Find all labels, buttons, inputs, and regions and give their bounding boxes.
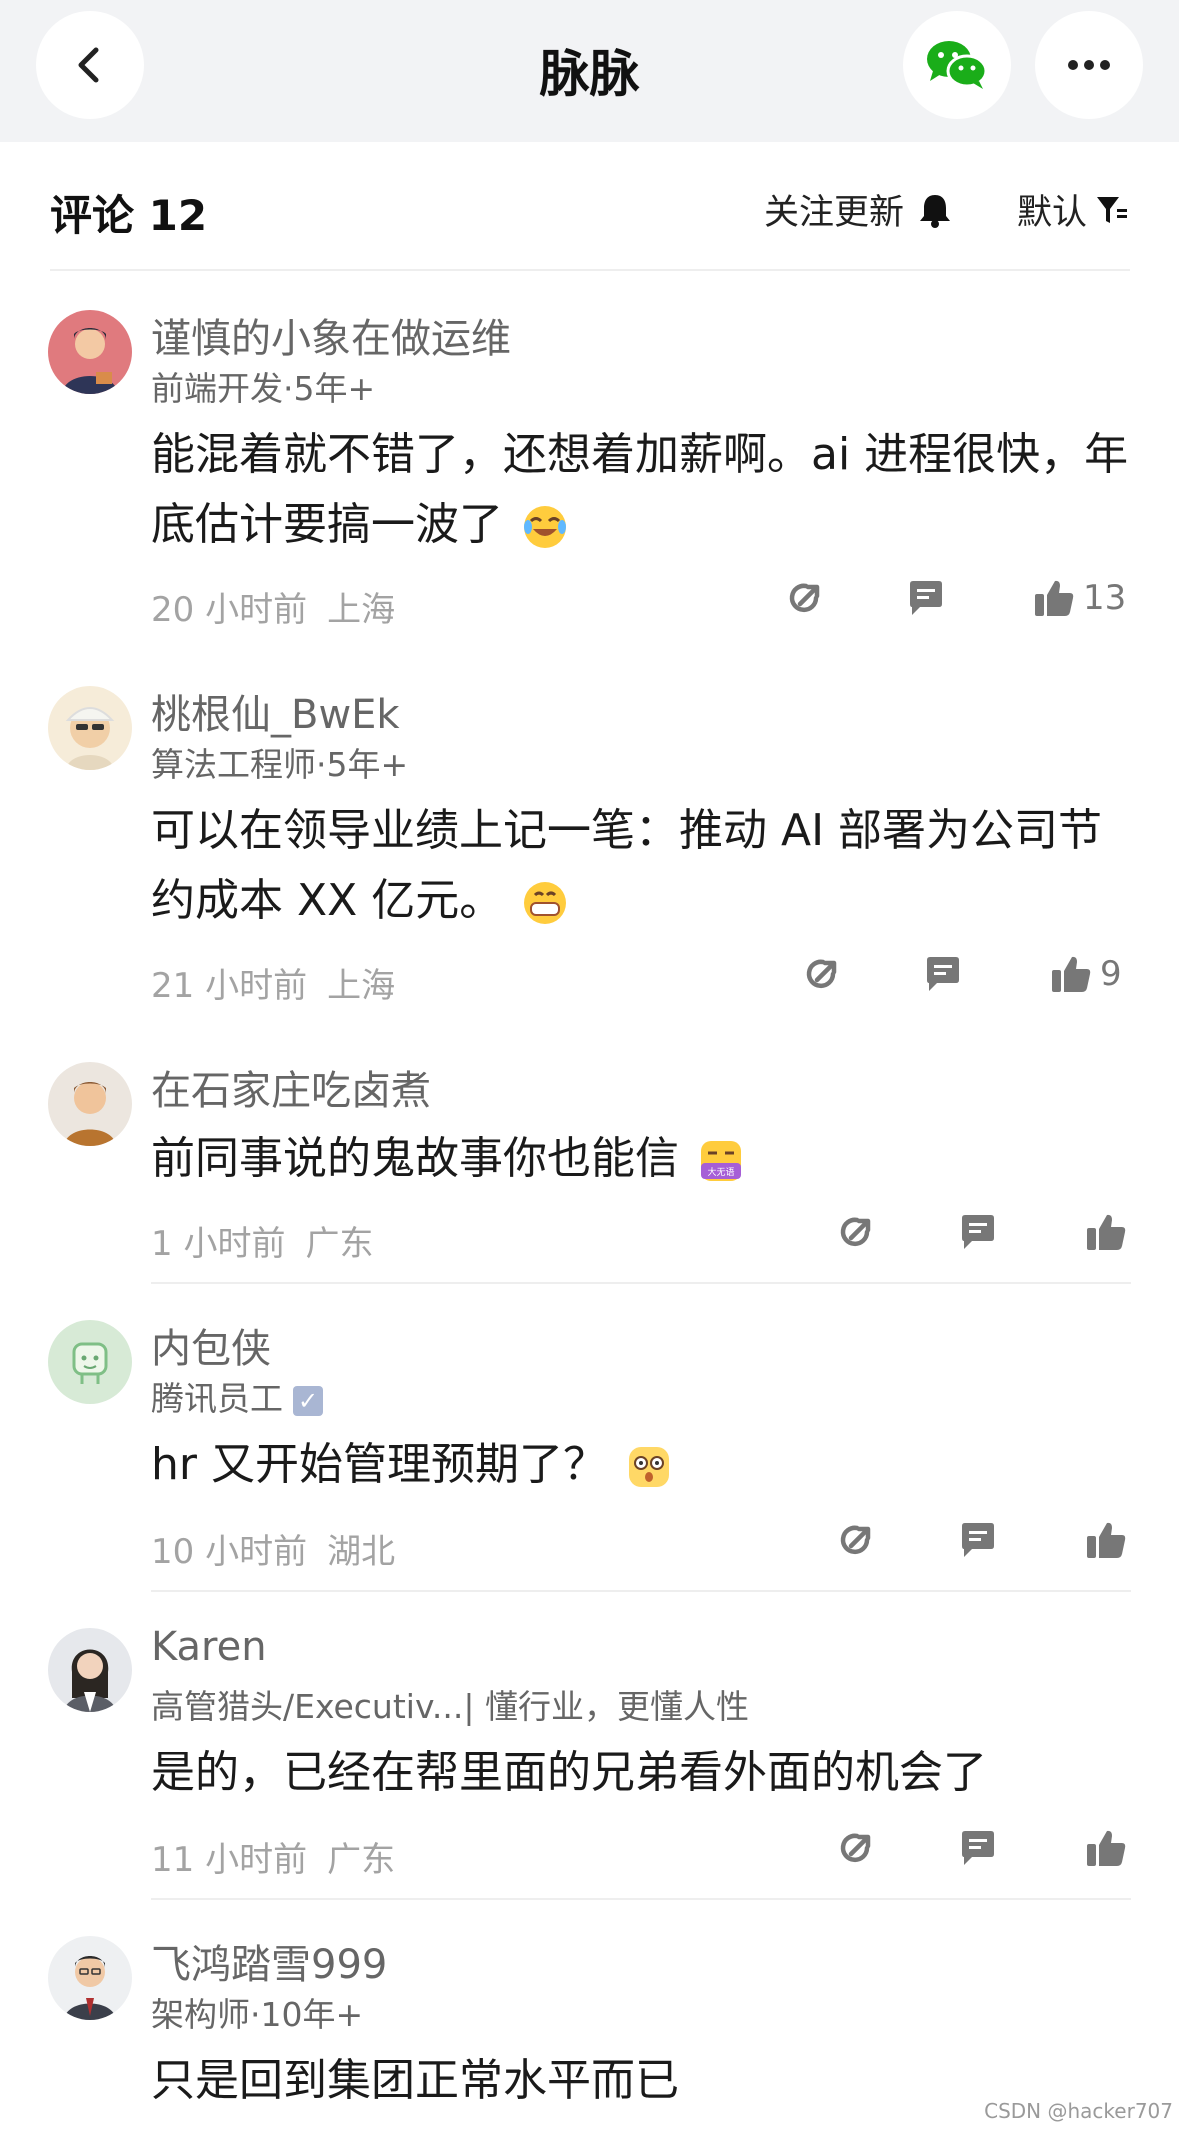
comment-author-subtitle: 算法工程师·5年+	[151, 745, 409, 784]
comment-time: 11 小时前	[151, 1840, 308, 1880]
avatar[interactable]	[48, 1320, 132, 1404]
comments-header: 评论 12 关注更新 默认	[0, 142, 1179, 270]
comment-location: 上海	[327, 590, 396, 630]
comment-time: 1 小时前	[151, 1224, 286, 1264]
comment-count: 评论 12	[50, 191, 208, 240]
share-button[interactable]	[837, 1828, 877, 1868]
comment-icon	[962, 1215, 994, 1249]
comment-body: 前同事说的鬼故事你也能信	[151, 1133, 679, 1184]
reply-button[interactable]	[958, 1828, 998, 1868]
comment-author-subtitle: 高管猎头/Executiv...| 懂行业，更懂人性	[151, 1687, 749, 1726]
company-label: 腾讯员工	[151, 1379, 283, 1418]
share-icon	[806, 959, 837, 989]
emoji-badge-text: 大无语	[707, 1166, 734, 1178]
like-button[interactable]: 9	[1050, 954, 1122, 994]
sort-label: 默认	[1017, 193, 1088, 233]
comment-divider	[151, 1898, 1131, 1900]
reply-button[interactable]	[923, 954, 963, 994]
avatar[interactable]	[48, 1936, 132, 2020]
reply-button[interactable]	[958, 1520, 998, 1560]
avatar[interactable]	[48, 1628, 132, 1712]
comment-time: 20 小时前	[151, 590, 308, 630]
share-button[interactable]	[803, 954, 843, 994]
comment-time: 21 小时前	[151, 966, 308, 1006]
watermark: CSDN @hacker707	[984, 2099, 1173, 2123]
comment-icon	[927, 957, 959, 991]
comment-divider	[151, 1282, 1131, 1284]
header-divider	[50, 269, 1130, 271]
comment-location: 湖北	[327, 1532, 396, 1572]
share-icon	[840, 1833, 871, 1863]
comment-meta: 21 小时前 上海	[151, 958, 415, 1007]
bell-icon	[920, 194, 951, 228]
comment-body: hr 又开始管理预期了？	[151, 1439, 607, 1490]
shocked-emoji-icon	[628, 1447, 669, 1487]
share-button[interactable]	[837, 1520, 877, 1560]
top-bar: 脉脉	[0, 0, 1179, 142]
comment-location: 上海	[327, 966, 396, 1006]
share-icon	[840, 1525, 871, 1555]
comment-author[interactable]: 内包侠	[151, 1316, 271, 1374]
comment-text: 能混着就不错了，还想着加薪啊。ai 进程很快，年底估计要搞一波了	[151, 420, 1131, 560]
comment-icon	[910, 581, 942, 615]
comment-text: hr 又开始管理预期了？	[151, 1430, 1131, 1500]
reply-button[interactable]	[958, 1212, 998, 1252]
verified-badge-icon: ✓	[293, 1385, 323, 1416]
comment-location: 广东	[327, 1840, 396, 1880]
follow-updates-label: 关注更新	[764, 193, 905, 233]
grin-emoji-icon	[524, 882, 567, 924]
thumbs-up-icon	[1087, 1830, 1126, 1866]
thumbs-up-icon	[1087, 1214, 1126, 1250]
comment-author[interactable]: 桃根仙_BwEk	[151, 682, 400, 740]
comment-location: 广东	[305, 1224, 374, 1264]
comment-meta: 11 小时前 广东	[151, 1832, 415, 1881]
comment-meta: 20 小时前 上海	[151, 582, 415, 631]
follow-updates-button[interactable]: 关注更新	[764, 184, 952, 235]
comment-author[interactable]: Karen	[151, 1624, 267, 1670]
comment-author-subtitle: 架构师·10年+	[151, 1995, 364, 2034]
comment-meta: 1 小时前 广东	[151, 1216, 393, 1265]
comment-author-subtitle: 腾讯员工 ✓	[151, 1372, 323, 1420]
comment-author-subtitle: 前端开发·5年+	[151, 369, 376, 408]
sort-dropdown[interactable]: 默认	[1017, 184, 1129, 235]
comment-text: 是的，已经在帮里面的兄弟看外面的机会了	[151, 1747, 987, 1798]
share-icon	[840, 1217, 871, 1247]
share-button[interactable]	[837, 1212, 877, 1252]
avatar[interactable]	[48, 686, 132, 770]
like-button[interactable]: 13	[1033, 578, 1126, 618]
comment-body: 可以在领导业绩上记一笔：推动 AI 部署为公司节约成本 XX 亿元。	[151, 805, 1103, 926]
thumbs-up-icon	[1035, 580, 1074, 616]
like-button[interactable]	[1085, 1828, 1127, 1868]
comment-icon	[962, 1831, 994, 1865]
laugh-cry-emoji-icon	[524, 506, 566, 548]
wechat-share-button[interactable]	[903, 11, 1011, 119]
speechless-emoji-icon: 大无语	[701, 1141, 741, 1181]
comment-divider	[151, 1590, 1131, 1592]
comment-time: 10 小时前	[151, 1532, 308, 1572]
avatar[interactable]	[48, 310, 132, 394]
comment-text: 前同事说的鬼故事你也能信 大无语	[151, 1124, 1131, 1194]
like-count: 13	[1083, 578, 1127, 618]
reply-button[interactable]	[906, 578, 946, 618]
more-horizontal-icon	[1068, 60, 1110, 70]
filter-icon	[1097, 196, 1128, 223]
comment-icon	[962, 1523, 994, 1557]
comment-author[interactable]: 在石家庄吃卤煮	[151, 1058, 431, 1116]
thumbs-up-icon	[1087, 1522, 1126, 1558]
like-count: 9	[1100, 954, 1122, 994]
comment-body: 能混着就不错了，还想着加薪啊。ai 进程很快，年底估计要搞一波了	[151, 429, 1129, 550]
share-icon	[789, 583, 820, 613]
comment-text: 可以在领导业绩上记一笔：推动 AI 部署为公司节约成本 XX 亿元。	[151, 796, 1141, 936]
comment-meta: 10 小时前 湖北	[151, 1524, 415, 1573]
comment-author[interactable]: 飞鸿踏雪999	[151, 1932, 387, 1990]
share-button[interactable]	[786, 578, 826, 618]
thumbs-up-icon	[1052, 956, 1091, 992]
wechat-icon	[927, 41, 988, 89]
comment-author[interactable]: 谨慎的小象在做运维	[151, 306, 511, 364]
avatar[interactable]	[48, 1062, 132, 1146]
like-button[interactable]	[1085, 1520, 1127, 1560]
like-button[interactable]	[1085, 1212, 1127, 1252]
more-button[interactable]	[1035, 11, 1143, 119]
